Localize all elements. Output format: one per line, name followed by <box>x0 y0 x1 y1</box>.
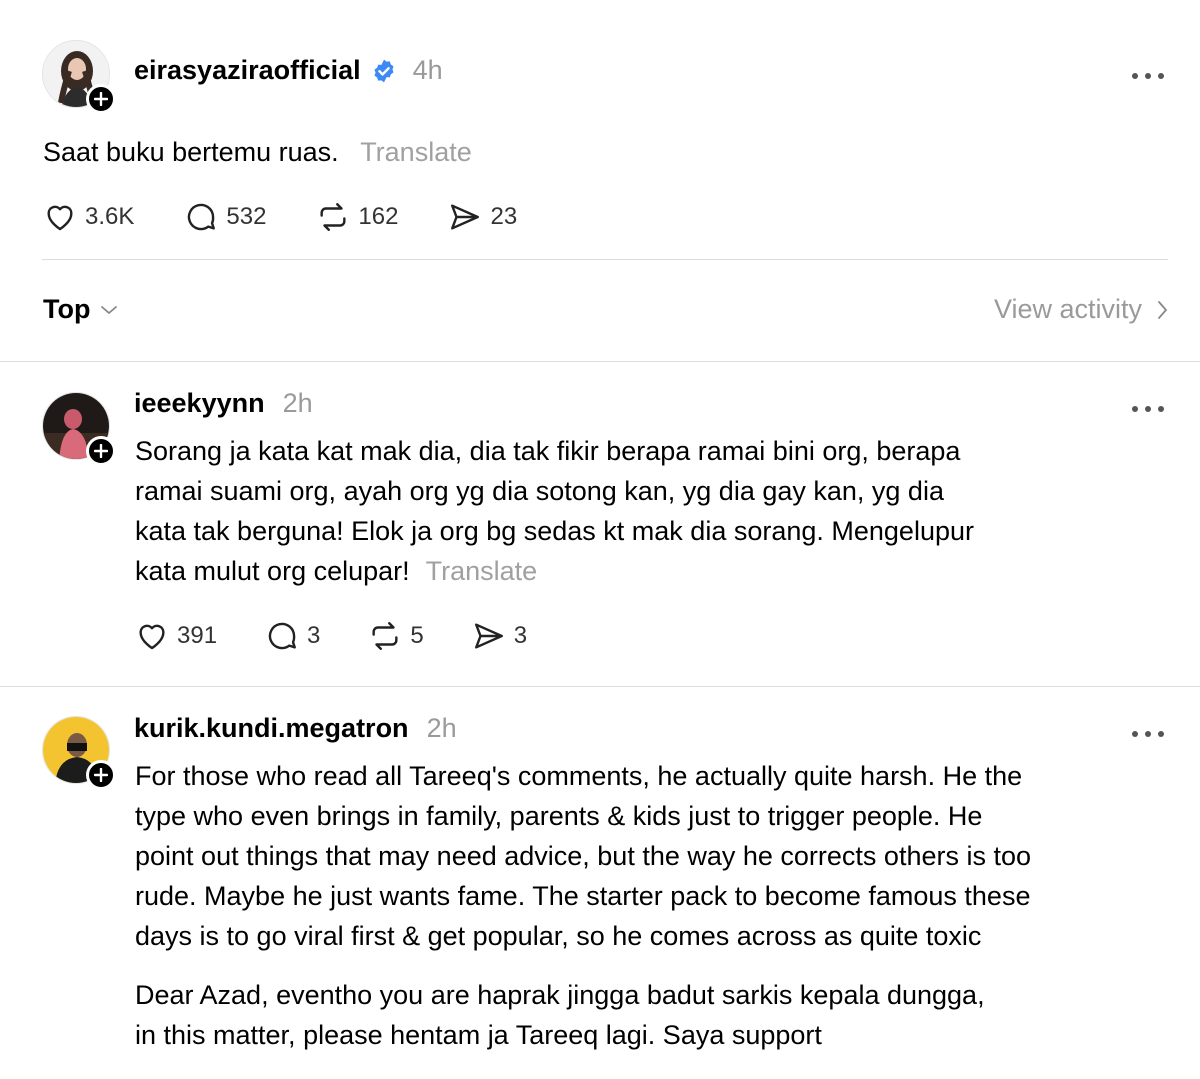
reply-author-avatar[interactable] <box>42 716 116 790</box>
heart-icon <box>47 205 73 231</box>
reply-text-line: type who even brings in family, parents … <box>135 801 983 831</box>
reply-text-line: For those who read all Tareeq's comments… <box>135 761 1023 791</box>
reply-username[interactable]: kurik.kundi.megatron <box>134 713 409 744</box>
repost-count: 5 <box>410 622 424 649</box>
divider <box>0 361 1200 362</box>
translate-link[interactable]: Translate <box>360 137 472 167</box>
heart-icon <box>139 624 165 650</box>
comment-count: 3 <box>307 622 321 649</box>
repost-button[interactable]: 5 <box>368 619 424 653</box>
reply-username[interactable]: ieeekyynn <box>134 388 265 419</box>
reply-text-line: rude. Maybe he just wants fame. The star… <box>135 881 1031 911</box>
comment-count: 532 <box>226 203 267 230</box>
translate-link[interactable]: Translate <box>426 556 538 586</box>
reply-time: 2h <box>282 388 313 418</box>
view-activity-link[interactable]: View activity <box>994 294 1168 325</box>
reply-text-line: ramai suami org, ayah org yg dia sotong … <box>135 476 944 506</box>
reply-text-line: point out things that may need advice, b… <box>135 841 1032 871</box>
view-activity-label: View activity <box>993 294 1142 324</box>
verified-badge-icon <box>371 58 397 84</box>
sort-dropdown[interactable]: Top <box>43 294 118 325</box>
like-count: 3.6K <box>85 203 135 230</box>
reply-header: kurik.kundi.megatron 2h <box>134 713 457 744</box>
repost-button[interactable]: 162 <box>316 200 398 234</box>
like-button[interactable]: 391 <box>135 619 217 653</box>
divider <box>42 259 1168 260</box>
reply-text-line: days is to go viral first & get popular,… <box>135 921 982 951</box>
post-author-avatar[interactable] <box>42 40 116 114</box>
reply-text-line: kata mulut org celupar! <box>135 556 410 586</box>
repost-icon <box>372 622 398 650</box>
more-options-icon[interactable] <box>1130 55 1166 89</box>
comment-button[interactable]: 3 <box>265 619 320 653</box>
share-button[interactable]: 3 <box>472 619 527 653</box>
chevron-down-icon <box>101 305 118 314</box>
follow-plus-icon[interactable] <box>86 760 116 790</box>
chevron-right-icon <box>1158 300 1168 319</box>
reply-text-line: Sorang ja kata kat mak dia, dia tak fiki… <box>135 436 961 466</box>
share-count: 23 <box>490 203 518 230</box>
comment-icon <box>188 203 216 231</box>
reply-body: Sorang ja kata kat mak dia, dia tak fiki… <box>135 431 1165 591</box>
reply-time: 2h <box>426 713 457 743</box>
send-icon <box>451 204 480 230</box>
post-body: Saat buku bertemu ruas. Translate <box>43 132 472 172</box>
repost-count: 162 <box>358 203 399 230</box>
reply-actions: 391 3 5 3 <box>135 619 527 653</box>
reply-body: For those who read all Tareeq's comments… <box>135 756 1175 956</box>
divider <box>0 686 1200 687</box>
send-icon <box>474 623 503 649</box>
post-time: 4h <box>412 55 443 85</box>
like-count: 391 <box>177 622 218 649</box>
like-button[interactable]: 3.6K <box>43 200 134 234</box>
reply-text-line: in this matter, please hentam ja Tareeq … <box>135 1020 822 1050</box>
post-username[interactable]: eirasyaziraofficial <box>134 55 361 86</box>
reply-body-paragraph: Dear Azad, eventho you are haprak jingga… <box>135 975 1175 1055</box>
post-actions: 3.6K 532 162 23 <box>43 200 517 234</box>
reply-author-avatar[interactable] <box>42 392 116 466</box>
share-count: 3 <box>513 622 528 649</box>
follow-plus-icon[interactable] <box>86 436 116 466</box>
comment-icon <box>268 622 297 650</box>
post-header: eirasyaziraofficial 4h <box>134 55 443 86</box>
reply-text-line: Dear Azad, eventho you are haprak jingga… <box>135 980 985 1010</box>
sort-label: Top <box>43 294 91 324</box>
reply-text-line: kata tak berguna! Elok ja org bg sedas k… <box>135 516 974 546</box>
repost-icon <box>320 203 346 231</box>
post-text: Saat buku bertemu ruas. <box>43 137 339 167</box>
reply-header: ieeekyynn 2h <box>134 388 313 419</box>
more-options-icon[interactable] <box>1130 713 1166 747</box>
more-options-icon[interactable] <box>1130 388 1166 422</box>
follow-plus-icon[interactable] <box>86 84 116 114</box>
share-button[interactable]: 23 <box>448 200 517 234</box>
comment-button[interactable]: 532 <box>184 200 266 234</box>
